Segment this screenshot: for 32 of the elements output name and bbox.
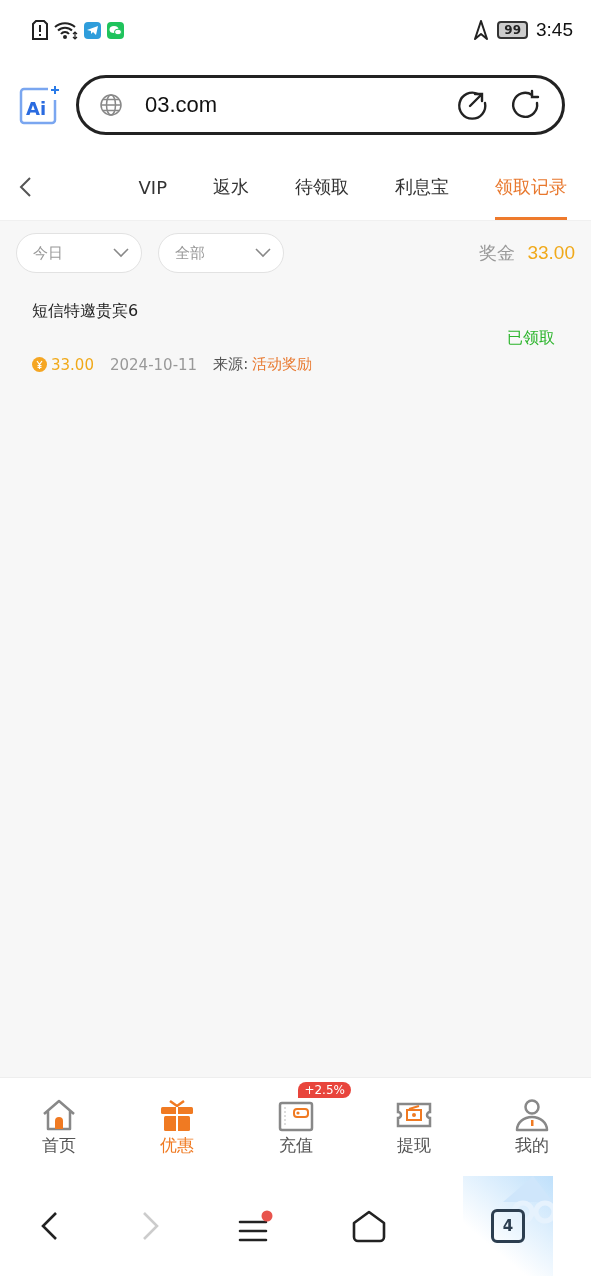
tab[interactable]: 待领取 — [295, 154, 349, 220]
chevron-down-icon — [255, 248, 271, 258]
chat-app-icon — [107, 21, 124, 39]
record-status: 已领取 — [506, 328, 555, 349]
navigation-icon — [473, 20, 490, 40]
chevron-down-icon — [113, 248, 129, 258]
record-title: 短信特邀贵宾6 — [32, 301, 140, 322]
reload-icon[interactable] — [510, 89, 542, 121]
globe-icon — [99, 93, 123, 117]
messenger-app-icon — [84, 21, 101, 39]
bonus-amount: 33.00 — [527, 242, 575, 264]
source-label: 来源: — [213, 355, 249, 374]
battery-level: 99 — [497, 21, 528, 39]
record-date: 2024-10-11 — [109, 355, 198, 374]
sim-alert-icon — [32, 20, 48, 40]
source-value: 活动奖励 — [252, 355, 313, 374]
scroll-left-icon[interactable] — [18, 176, 32, 198]
share-icon[interactable] — [456, 89, 488, 121]
bonus-label: 奖金 — [479, 241, 516, 265]
menu-icon[interactable] — [238, 1210, 275, 1242]
home-icon[interactable] — [350, 1209, 387, 1243]
tab[interactable]: VIP — [138, 154, 167, 220]
clock: 3:45 — [536, 19, 573, 41]
url-text: 03.com — [145, 92, 219, 118]
tab[interactable]: 利息宝 — [395, 154, 449, 220]
address-bar[interactable]: 03.com — [76, 75, 565, 135]
tab[interactable]: 返水 — [213, 154, 249, 220]
record-amount: 33.00 — [51, 355, 94, 374]
wifi-icon — [54, 20, 78, 40]
bonus-badge: +2.5% — [298, 1082, 351, 1098]
tab-count-button[interactable]: 4 — [490, 1209, 525, 1243]
coin-icon — [32, 357, 47, 372]
